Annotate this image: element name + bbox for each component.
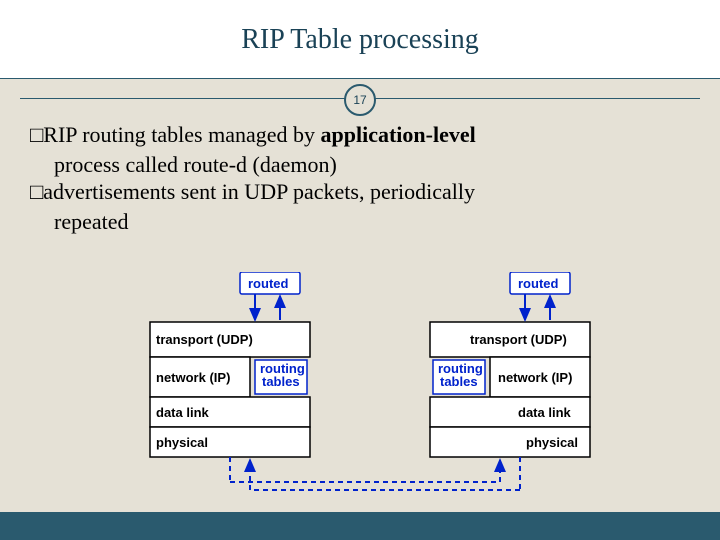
bullet-1: □RIP routing tables managed by applicati… <box>30 121 690 149</box>
left-datalink-label: data link <box>156 405 210 420</box>
bullet-1-text-bold: application-level <box>321 122 476 147</box>
bullet-glyph: □ <box>30 122 43 147</box>
diagram-svg: transport (UDP) network (IP) routing tab… <box>140 272 600 502</box>
slide: RIP Table processing 17 □RIP routing tab… <box>0 0 720 540</box>
left-transport-label: transport (UDP) <box>156 332 253 347</box>
right-routed-label: routed <box>518 276 559 291</box>
left-tables-label-2: tables <box>262 374 300 389</box>
bullet-1-continuation: process called route-d (daemon) <box>54 151 690 179</box>
bullet-1-text-pre: RIP routing tables managed by <box>43 122 320 147</box>
left-routed-label: routed <box>248 276 289 291</box>
number-divider: 17 <box>0 78 720 118</box>
right-network-label: network (IP) <box>498 370 572 385</box>
page-number-badge: 17 <box>344 84 376 116</box>
right-datalink-label: data link <box>518 405 572 420</box>
bullet-2-text: advertisements sent in UDP packets, peri… <box>43 179 475 204</box>
slide-title: RIP Table processing <box>0 0 720 56</box>
bullet-glyph: □ <box>30 179 43 204</box>
footer-bar <box>0 512 720 540</box>
header: RIP Table processing <box>0 0 720 79</box>
bullet-2-continuation: repeated <box>54 208 690 236</box>
left-physical-label: physical <box>156 435 208 450</box>
bullet-2: □advertisements sent in UDP packets, per… <box>30 178 690 206</box>
right-transport-label: transport (UDP) <box>470 332 567 347</box>
left-network-label: network (IP) <box>156 370 230 385</box>
right-tables-label-2: tables <box>440 374 478 389</box>
layer-diagram: transport (UDP) network (IP) routing tab… <box>140 272 600 507</box>
right-physical-label: physical <box>526 435 578 450</box>
